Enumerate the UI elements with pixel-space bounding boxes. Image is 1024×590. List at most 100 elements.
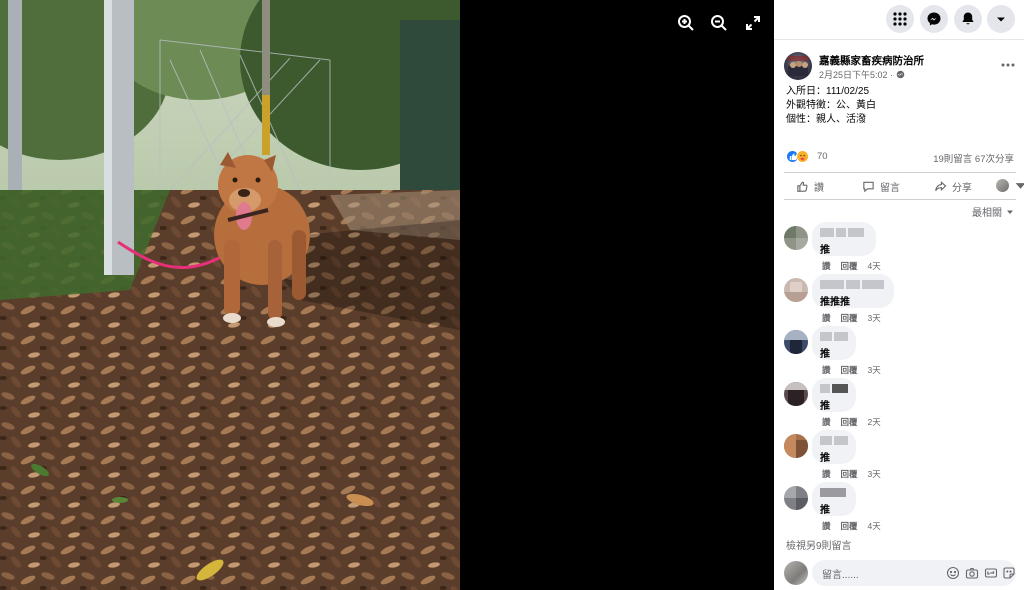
- chevron-down-icon: [1007, 210, 1013, 214]
- comment-reply-link[interactable]: 回覆: [841, 468, 858, 480]
- reactions-bar: 70 19則留言 67次分享: [786, 150, 1016, 165]
- reaction-icons[interactable]: [786, 150, 809, 163]
- post-actions: 讚 留言 分享: [784, 172, 1024, 200]
- comment-like-link[interactable]: 讚: [822, 468, 831, 480]
- comment-item: 推 讚 回覆 4天: [784, 222, 1016, 272]
- emoji-icon[interactable]: [946, 566, 960, 580]
- more-options-icon[interactable]: [1000, 58, 1016, 70]
- comment-item: 推 讚 回覆 3天: [784, 326, 1016, 376]
- sort-label: 最相關: [972, 208, 1002, 219]
- commenter-avatar[interactable]: [784, 434, 808, 458]
- viewer-avatar[interactable]: [784, 561, 808, 585]
- comment-item: 推 讚 回覆 2天: [784, 378, 1016, 428]
- post-timestamp[interactable]: 2月25日下午5:02 ·: [819, 68, 893, 81]
- post-line-personality: 個性：親人、活潑: [786, 114, 866, 125]
- comment-bubble: 推: [812, 222, 876, 256]
- comment-meta: 讚 回覆 3天: [822, 312, 881, 324]
- comment-bubble: 推: [812, 482, 856, 516]
- comment-meta: 讚 回覆 3天: [822, 468, 881, 480]
- comment-text: 推: [820, 505, 830, 516]
- photo-viewer: [0, 0, 774, 590]
- comment-input[interactable]: 留言......: [812, 560, 1016, 586]
- comment-meta: 讚 回覆 2天: [822, 416, 881, 428]
- account-dropdown-icon[interactable]: [987, 5, 1015, 33]
- notifications-bell-icon[interactable]: [954, 5, 982, 33]
- messenger-icon[interactable]: [920, 5, 948, 33]
- commenter-name-blurred[interactable]: [820, 382, 848, 394]
- like-button[interactable]: 讚: [796, 179, 824, 194]
- commenter-name-blurred[interactable]: [820, 330, 848, 342]
- comment-time[interactable]: 3天: [868, 364, 881, 376]
- post-author-name[interactable]: 嘉義縣家畜疾病防治所: [819, 53, 924, 68]
- share-button[interactable]: 分享: [934, 179, 972, 194]
- post-header: 嘉義縣家畜疾病防治所 2月25日下午5:02 ·: [784, 52, 1016, 82]
- comment-time[interactable]: 2天: [868, 416, 881, 428]
- comment-bubble: 推推推: [812, 274, 894, 308]
- commenter-avatar[interactable]: [784, 486, 808, 510]
- commenter-avatar[interactable]: [784, 278, 808, 302]
- comment-button[interactable]: 留言: [862, 179, 900, 194]
- post-side-panel: 嘉義縣家畜疾病防治所 2月25日下午5:02 · 入所日：111/02/25 外…: [774, 0, 1024, 590]
- like-label: 讚: [814, 183, 824, 194]
- commenter-name-blurred[interactable]: [820, 226, 868, 238]
- comment-like-link[interactable]: 讚: [822, 416, 831, 428]
- comment-meta: 讚 回覆 3天: [822, 364, 881, 376]
- comment-bubble-icon: [863, 181, 874, 193]
- comment-time[interactable]: 3天: [868, 468, 881, 480]
- view-more-comments-link[interactable]: 檢視另9則留言: [786, 537, 852, 552]
- post-line-intake-date: 入所日：111/02/25: [786, 86, 870, 97]
- commenter-avatar[interactable]: [784, 382, 808, 406]
- post-as-selector[interactable]: [996, 179, 1024, 192]
- comment-text: 推: [820, 349, 830, 360]
- comment-like-link[interactable]: 讚: [822, 364, 831, 376]
- commenter-name-blurred[interactable]: [820, 486, 848, 498]
- share-arrow-icon: [935, 181, 947, 191]
- comment-bubble: 推: [812, 378, 856, 412]
- comment-reply-link[interactable]: 回覆: [841, 416, 858, 428]
- comment-time[interactable]: 4天: [868, 260, 881, 272]
- comment-like-link[interactable]: 讚: [822, 260, 831, 272]
- commenter-avatar[interactable]: [784, 330, 808, 354]
- chevron-down-icon: [1015, 183, 1024, 189]
- comment-text: 推: [820, 245, 830, 256]
- comment-meta: 讚 回覆 4天: [822, 260, 881, 272]
- post-body: 入所日：111/02/25 外觀特徵：公、黃白 個性：親人、活潑: [786, 85, 876, 127]
- comment-share-stats[interactable]: 19則留言 67次分享: [933, 151, 1014, 165]
- comment-like-link[interactable]: 讚: [822, 312, 831, 324]
- comment-sort-dropdown[interactable]: 最相關: [972, 204, 1014, 219]
- share-label: 分享: [952, 183, 972, 194]
- comment-like-link[interactable]: 讚: [822, 520, 831, 532]
- comment-reply-link[interactable]: 回覆: [841, 312, 858, 324]
- comment-label: 留言: [880, 183, 900, 194]
- reaction-count[interactable]: 70: [817, 151, 828, 162]
- comment-time[interactable]: 3天: [868, 312, 881, 324]
- zoom-out-icon[interactable]: [709, 13, 729, 33]
- comment-time[interactable]: 4天: [868, 520, 881, 532]
- gif-icon[interactable]: [984, 566, 998, 580]
- comment-text: 推: [820, 401, 830, 412]
- comment-composer: 留言......: [784, 560, 1016, 586]
- comment-item: 推推推 讚 回覆 3天: [784, 274, 1016, 324]
- comment-reply-link[interactable]: 回覆: [841, 520, 858, 532]
- thumbs-up-icon: [797, 181, 808, 192]
- comment-reply-link[interactable]: 回覆: [841, 364, 858, 376]
- top-bar: [774, 0, 1024, 40]
- viewer-avatar: [996, 179, 1009, 192]
- menu-grid-icon[interactable]: [886, 5, 914, 33]
- camera-icon[interactable]: [965, 566, 979, 580]
- commenter-name-blurred[interactable]: [820, 434, 848, 446]
- sticker-icon[interactable]: [1002, 566, 1016, 580]
- page-avatar[interactable]: [784, 52, 812, 80]
- care-reaction-icon: [796, 150, 809, 163]
- comment-text: 推推推: [820, 297, 850, 308]
- zoom-in-icon[interactable]: [676, 13, 696, 33]
- comment-meta: 讚 回覆 4天: [822, 520, 881, 532]
- fullscreen-icon[interactable]: [743, 13, 763, 33]
- comment-reply-link[interactable]: 回覆: [841, 260, 858, 272]
- commenter-avatar[interactable]: [784, 226, 808, 250]
- comment-input-placeholder: 留言......: [822, 570, 859, 581]
- public-globe-icon: [896, 70, 905, 79]
- commenter-name-blurred[interactable]: [820, 278, 886, 290]
- post-timestamp-row: 2月25日下午5:02 ·: [819, 68, 905, 81]
- post-line-appearance: 外觀特徵：公、黃白: [786, 100, 876, 111]
